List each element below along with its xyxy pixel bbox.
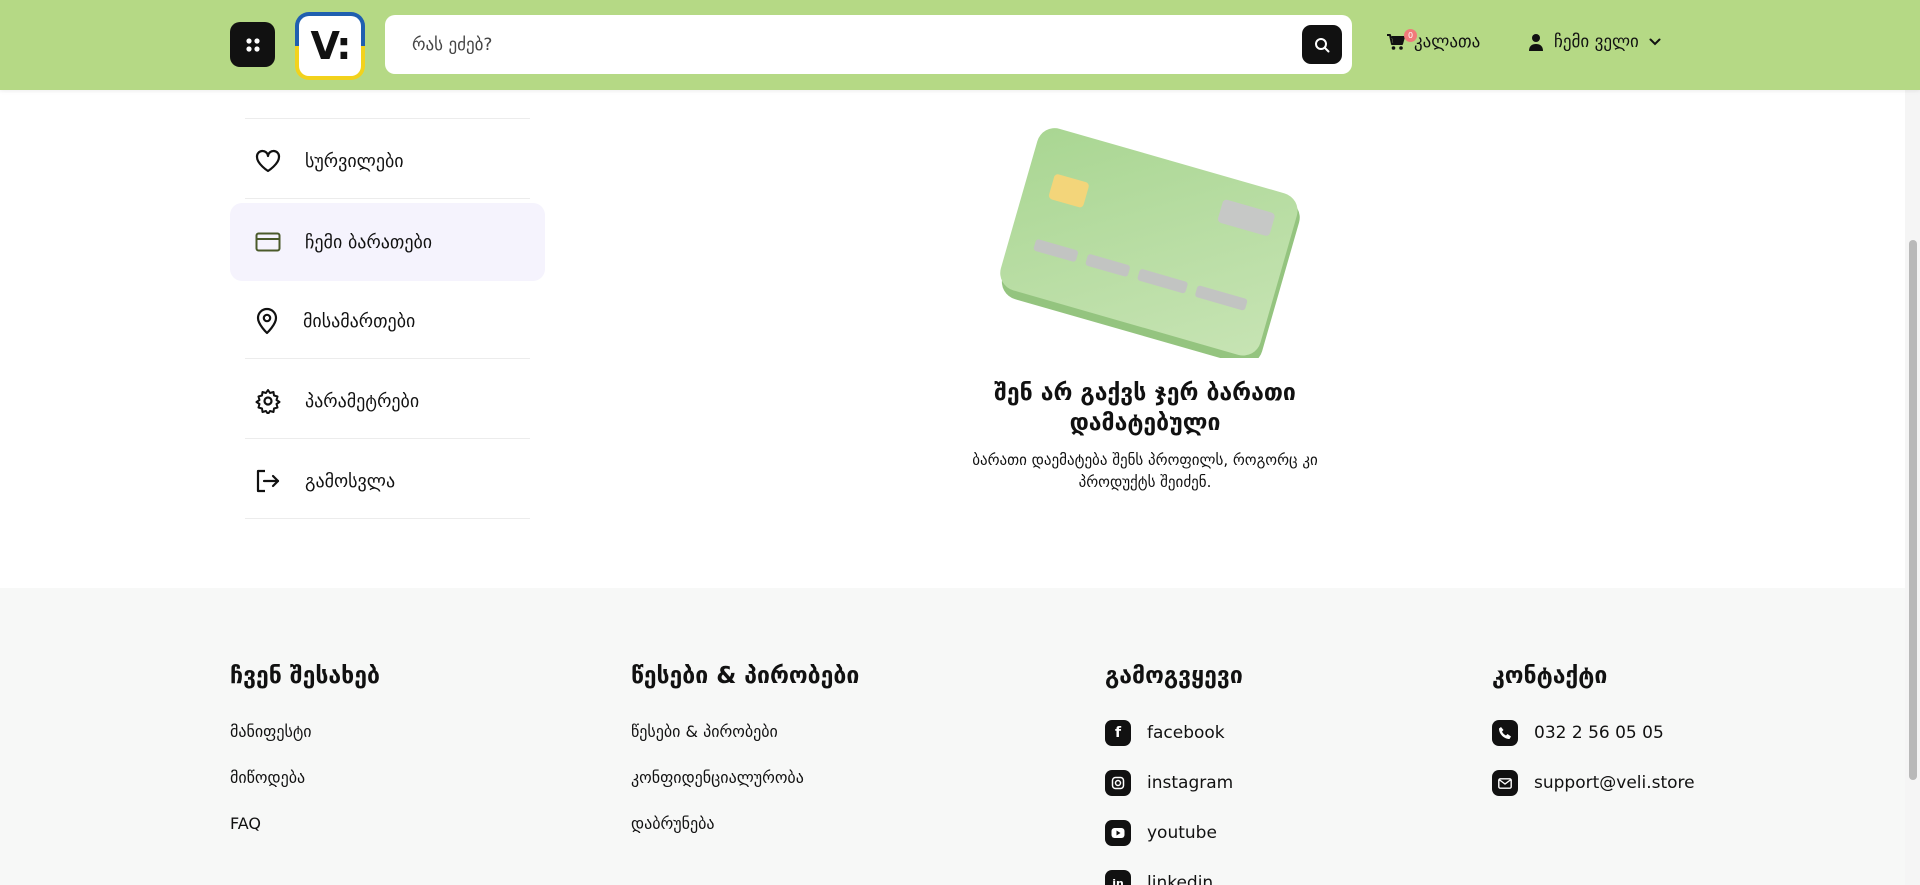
sidebar-item-my-cards[interactable]: ჩემი ბარათები <box>230 203 545 281</box>
empty-state-title: შენ არ გაქვს ჯერ ბარათი დამატებული <box>994 380 1296 436</box>
footer-phone-number: 032 2 56 05 05 <box>1534 723 1664 743</box>
empty-state-subtitle: ბარათი დაემატება შენს პროფილს, როგორც კი… <box>972 451 1318 491</box>
sidebar-item-addresses[interactable]: მისამართები <box>230 282 545 360</box>
logo-text: V: <box>310 24 352 68</box>
footer-about-title: ჩვენ შესახებ <box>230 663 380 689</box>
sidebar-item-label: მისამართები <box>303 310 416 332</box>
heart-icon <box>255 149 281 173</box>
search-icon <box>1315 37 1330 52</box>
divider <box>245 438 530 439</box>
scrollbar-thumb[interactable] <box>1909 240 1917 780</box>
footer-social-label: instagram <box>1147 773 1234 793</box>
credit-card-icon <box>255 232 281 252</box>
footer-link-linkedin[interactable]: in linkedin <box>1105 870 1213 885</box>
footer-phone[interactable]: 032 2 56 05 05 <box>1492 720 1664 746</box>
menu-grid-button[interactable] <box>230 22 275 67</box>
footer-link-faq[interactable]: FAQ <box>230 814 261 833</box>
youtube-icon <box>1105 820 1131 846</box>
cart-button[interactable]: 0 კალათა <box>1386 29 1481 52</box>
sidebar-item-label: გამოსვლა <box>305 470 396 492</box>
footer-email-address: support@veli.store <box>1534 773 1695 793</box>
map-pin-icon <box>256 307 278 335</box>
facebook-icon: f <box>1105 720 1131 746</box>
footer-email[interactable]: support@veli.store <box>1492 770 1695 796</box>
divider <box>245 198 530 199</box>
sidebar-item-wishlist[interactable]: სურვილები <box>230 122 545 200</box>
divider <box>245 518 530 519</box>
grid-icon <box>245 37 260 52</box>
page-scrollbar[interactable] <box>1905 90 1920 885</box>
footer-link-youtube[interactable]: youtube <box>1105 820 1217 846</box>
instagram-icon <box>1105 770 1131 796</box>
top-header: V: 0 კალათა ჩემი ველი <box>0 0 1920 90</box>
cart-label: კალათა <box>1414 32 1481 52</box>
user-icon <box>1529 34 1543 51</box>
footer-link-delivery[interactable]: მიწოდება <box>230 768 305 787</box>
sidebar-item-label: პარამეტრები <box>305 390 420 412</box>
veli-logo[interactable]: V: <box>295 12 365 80</box>
footer-link-manifesto[interactable]: მანიფესტი <box>230 722 312 741</box>
mail-icon <box>1492 770 1518 796</box>
cart-icon <box>1387 34 1405 50</box>
sidebar-item-settings[interactable]: პარამეტრები <box>230 362 545 440</box>
footer-social-label: facebook <box>1147 723 1225 743</box>
footer-link-terms[interactable]: წესები & პირობები <box>631 722 778 741</box>
footer-link-privacy[interactable]: კონფიდენციალურობა <box>631 768 804 787</box>
footer-terms-title: წესები & პირობები <box>631 663 860 689</box>
credit-card-illustration <box>1000 128 1300 358</box>
footer-link-instagram[interactable]: instagram <box>1105 770 1233 796</box>
footer-contact-title: კონტაქტი <box>1492 663 1608 689</box>
phone-icon <box>1492 720 1518 746</box>
sidebar-item-logout[interactable]: გამოსვლა <box>230 442 545 520</box>
footer-follow-title: გამოგვყევი <box>1105 663 1243 689</box>
footer-social-label: linkedin <box>1147 873 1214 885</box>
footer-link-facebook[interactable]: f facebook <box>1105 720 1225 746</box>
user-menu-button[interactable]: ჩემი ველი <box>1528 32 1661 52</box>
footer-link-returns[interactable]: დაბრუნება <box>631 814 714 833</box>
linkedin-icon: in <box>1105 870 1131 885</box>
footer-social-label: youtube <box>1147 823 1217 843</box>
search-input[interactable] <box>385 15 1275 74</box>
cart-count-badge: 0 <box>1404 29 1417 42</box>
sidebar-item-label: ჩემი ბარათები <box>305 231 433 253</box>
search-button[interactable] <box>1302 25 1342 64</box>
chevron-down-icon <box>1649 38 1661 46</box>
search-bar <box>385 15 1352 74</box>
sidebar-item-label: სურვილები <box>305 150 404 172</box>
logout-icon <box>256 469 280 493</box>
gear-icon <box>255 389 281 414</box>
user-menu-label: ჩემი ველი <box>1554 32 1639 52</box>
divider <box>245 118 530 119</box>
divider <box>245 358 530 359</box>
